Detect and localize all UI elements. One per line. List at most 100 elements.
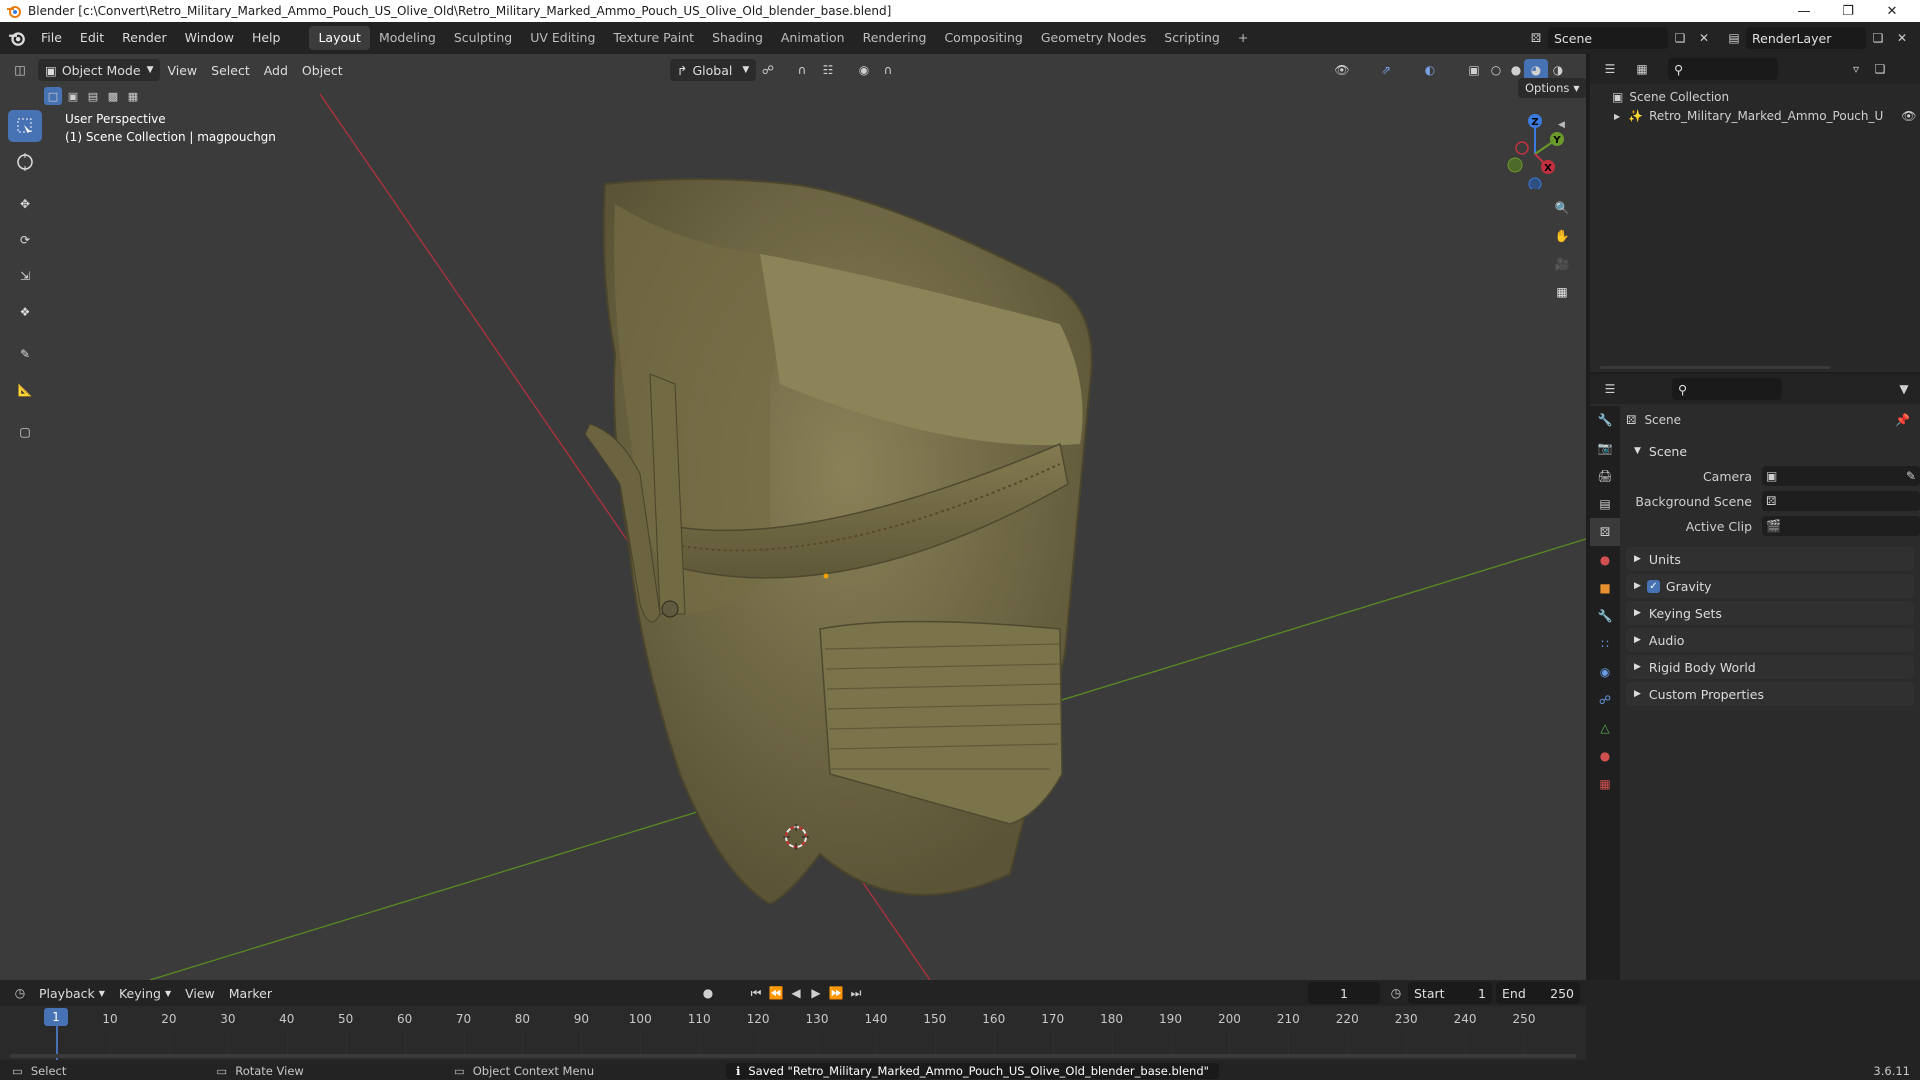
xray-toggle-icon[interactable]: ▣	[1462, 59, 1486, 81]
measure-tool-icon[interactable]: 📐	[8, 374, 42, 406]
rigid-body-world-panel-header[interactable]: ▶ Rigid Body World	[1626, 655, 1914, 679]
select-extend-icon[interactable]: ▣	[64, 87, 82, 105]
pin-icon[interactable]: 📌	[1895, 413, 1910, 427]
scene-tab-icon[interactable]: ⚄	[1590, 518, 1620, 546]
background-scene-field[interactable]: ⚄	[1762, 491, 1920, 511]
jump-start-icon[interactable]: ⏮	[746, 982, 766, 1004]
particles-tab-icon[interactable]: ∷	[1590, 630, 1620, 658]
timeline-menu-keying[interactable]: Keying ▼	[112, 982, 178, 1004]
custom-properties-panel-header[interactable]: ▶ Custom Properties	[1626, 682, 1914, 706]
tab-shading[interactable]: Shading	[703, 26, 772, 50]
viewport-menu-select[interactable]: Select	[204, 59, 257, 81]
ortho-grid-icon[interactable]: ▦	[1546, 278, 1578, 306]
delete-scene-icon[interactable]: ✕	[1692, 27, 1716, 49]
tool-tab-icon[interactable]: 🔧	[1590, 406, 1620, 434]
viewport-menu-object[interactable]: Object	[295, 59, 350, 81]
viewport-menu-view[interactable]: View	[160, 59, 204, 81]
add-cube-tool-icon[interactable]: ▢	[8, 416, 42, 448]
eyedropper-icon[interactable]: ✎	[1906, 469, 1916, 483]
eye-icon[interactable]: 👁	[1901, 109, 1916, 123]
scene-selector[interactable]: ⚄ Scene ❏ ✕	[1524, 27, 1716, 49]
scene-panel-header[interactable]: ▼ Scene	[1626, 439, 1914, 463]
tab-uv-editing[interactable]: UV Editing	[521, 26, 604, 50]
view-layer-tab-icon[interactable]: ▤	[1590, 490, 1620, 518]
transform-tool-icon[interactable]: ❖	[8, 296, 42, 328]
properties-editor-type-icon[interactable]: ☰	[1598, 378, 1622, 400]
expand-icon[interactable]: ▶	[1614, 112, 1620, 121]
data-tab-icon[interactable]: △	[1590, 714, 1620, 742]
select-invert-icon[interactable]: ▩	[104, 87, 122, 105]
add-workspace-button[interactable]: +	[1229, 26, 1257, 50]
options-button[interactable]: Options ▼	[1518, 78, 1586, 98]
select-subtract-icon[interactable]: ▤	[84, 87, 102, 105]
outliner-search-input[interactable]: ⚲	[1668, 58, 1778, 80]
scene-collection-row[interactable]: ▣ Scene Collection	[1590, 84, 1920, 104]
snap-target-icon[interactable]: ☷	[816, 59, 840, 81]
move-tool-icon[interactable]: ✥	[8, 188, 42, 220]
tab-texture-paint[interactable]: Texture Paint	[604, 26, 703, 50]
snap-icon[interactable]: ∩	[790, 59, 814, 81]
timeline-menu-view[interactable]: View	[178, 982, 222, 1004]
play-reverse-icon[interactable]: ◀	[786, 982, 806, 1004]
view-layer-selector[interactable]: ▤ RenderLayer ❏ ✕	[1722, 27, 1914, 49]
tab-sculpting[interactable]: Sculpting	[445, 26, 521, 50]
scale-tool-icon[interactable]: ⇲	[8, 260, 42, 292]
properties-options-chevron-icon[interactable]: ▼	[1892, 378, 1916, 400]
select-new-icon[interactable]: □	[44, 87, 62, 105]
timeline-menu-marker[interactable]: Marker	[222, 982, 279, 1004]
3d-viewport[interactable]: ◫ ▣ Object Mode ▼ View Select Add Object…	[0, 54, 1586, 980]
tab-geometry-nodes[interactable]: Geometry Nodes	[1032, 26, 1155, 50]
tab-scripting[interactable]: Scripting	[1155, 26, 1229, 50]
playhead[interactable]: 1	[44, 1008, 68, 1026]
output-tab-icon[interactable]: 🖨	[1590, 462, 1620, 490]
constraints-tab-icon[interactable]: ☍	[1590, 686, 1620, 714]
render-tab-icon[interactable]: 📷	[1590, 434, 1620, 462]
modifier-tab-icon[interactable]: 🔧	[1590, 602, 1620, 630]
new-view-layer-icon[interactable]: ❏	[1866, 27, 1890, 49]
camera-field[interactable]: ▣ ✎	[1762, 466, 1920, 486]
mode-selector[interactable]: ▣ Object Mode ▼	[38, 59, 161, 81]
units-panel-header[interactable]: ▶ Units	[1626, 547, 1914, 571]
menu-window[interactable]: Window	[176, 27, 243, 49]
visibility-icon[interactable]: 👁	[1330, 59, 1354, 81]
ammo-pouch-model[interactable]	[584, 178, 1093, 906]
material-tab-icon[interactable]: ●	[1590, 742, 1620, 770]
camera-view-icon[interactable]: 🎥	[1546, 250, 1578, 278]
scene-name-field[interactable]: Scene	[1548, 27, 1668, 49]
overlay-toggle-icon[interactable]: ◐	[1418, 59, 1442, 81]
prev-keyframe-icon[interactable]: ⏪	[766, 982, 786, 1004]
world-tab-icon[interactable]: ●	[1590, 546, 1620, 574]
view-layer-field[interactable]: RenderLayer	[1746, 27, 1866, 49]
close-icon[interactable]: ✕	[1870, 0, 1914, 22]
tab-rendering[interactable]: Rendering	[854, 26, 936, 50]
properties-search-input[interactable]: ⚲	[1672, 378, 1782, 400]
tab-modeling[interactable]: Modeling	[370, 26, 445, 50]
preview-range-icon[interactable]: ◷	[1384, 982, 1408, 1004]
gravity-checkbox[interactable]: ✓	[1646, 579, 1660, 593]
physics-tab-icon[interactable]: ◉	[1590, 658, 1620, 686]
minimize-icon[interactable]: —	[1782, 0, 1826, 22]
pivot-point-icon[interactable]: ☍	[756, 59, 780, 81]
current-frame-field[interactable]: 1	[1308, 982, 1380, 1004]
maximize-icon[interactable]: ❐	[1826, 0, 1870, 22]
tab-animation[interactable]: Animation	[772, 26, 854, 50]
start-frame-field[interactable]: Start 1	[1408, 982, 1492, 1004]
gravity-panel-header[interactable]: ▶ ✓ Gravity	[1626, 574, 1914, 598]
outliner-scrollbar[interactable]	[1600, 366, 1830, 369]
outliner-item-row[interactable]: ▶ ✨ Retro_Military_Marked_Ammo_Pouch_U 👁…	[1590, 104, 1920, 126]
menu-edit[interactable]: Edit	[71, 27, 113, 49]
select-intersect-icon[interactable]: ▦	[124, 87, 142, 105]
timeline-editor-type-icon[interactable]: ◷	[8, 982, 32, 1004]
proportional-edit-icon[interactable]: ◉	[852, 59, 876, 81]
zoom-icon[interactable]: 🔍	[1546, 194, 1578, 222]
gizmo-toggle-icon[interactable]: ⇗	[1374, 59, 1398, 81]
menu-help[interactable]: Help	[243, 27, 290, 49]
delete-view-layer-icon[interactable]: ✕	[1890, 27, 1914, 49]
timeline-frame-area[interactable]: 10 20 30 40 50 60 70 80 90 100 110 120 130 140 150 160 1…	[0, 1006, 1586, 1060]
record-icon[interactable]: ●	[696, 982, 720, 1004]
end-frame-field[interactable]: End 250	[1496, 982, 1580, 1004]
new-collection-icon[interactable]: ❏	[1868, 58, 1892, 80]
audio-panel-header[interactable]: ▶ Audio	[1626, 628, 1914, 652]
collapse-sidebar-icon[interactable]: ◀	[1558, 120, 1565, 130]
pan-hand-icon[interactable]: ✋	[1546, 222, 1578, 250]
